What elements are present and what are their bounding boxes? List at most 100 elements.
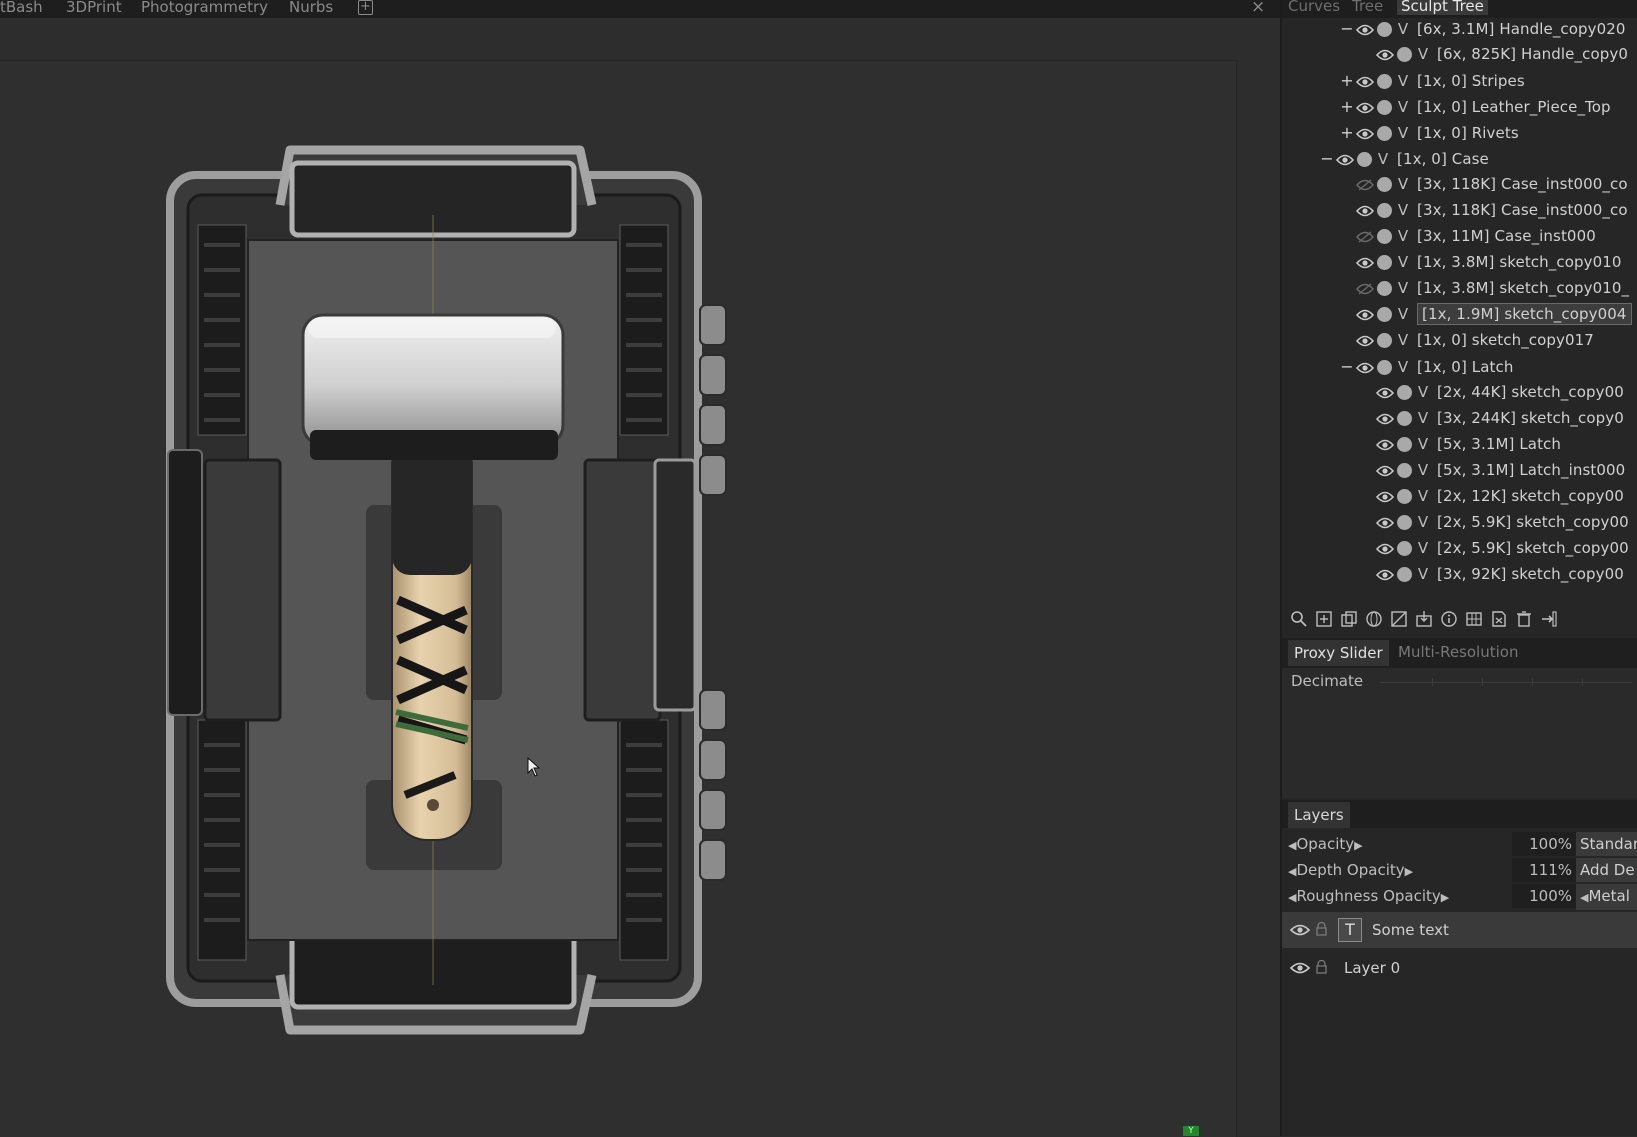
visibility-column-glyph[interactable]: V bbox=[1395, 301, 1411, 328]
tree-row[interactable]: V [3x, 118K] Case_inst000_co bbox=[1340, 197, 1628, 224]
tree-item-label[interactable]: [6x, 3.1M] Handle_copy020 bbox=[1417, 20, 1626, 38]
tree-row[interactable]: V [6x, 825K] Handle_copy0 bbox=[1360, 41, 1628, 68]
eye-icon[interactable] bbox=[1354, 305, 1374, 323]
eye-icon[interactable] bbox=[1354, 331, 1374, 349]
material-sphere-icon[interactable] bbox=[1397, 567, 1412, 582]
expand-toggle-icon[interactable]: + bbox=[1340, 119, 1354, 146]
visibility-column-glyph[interactable]: V bbox=[1415, 379, 1431, 406]
material-sphere-icon[interactable] bbox=[1377, 100, 1392, 115]
tree-item-label[interactable]: [5x, 3.1M] Latch bbox=[1437, 435, 1561, 453]
lock-icon[interactable] bbox=[1316, 922, 1327, 936]
visibility-column-glyph[interactable]: V bbox=[1395, 275, 1411, 302]
tree-row[interactable]: + V [1x, 0] Leather_Piece_Top bbox=[1340, 93, 1611, 120]
menu-tab-bash[interactable]: tBash bbox=[0, 0, 43, 16]
eye-icon[interactable] bbox=[1334, 150, 1354, 168]
tree-row[interactable]: − V [6x, 3.1M] Handle_copy020 bbox=[1340, 18, 1626, 42]
visibility-column-glyph[interactable]: V bbox=[1375, 146, 1391, 173]
tree-item-label[interactable]: [3x, 92K] sketch_copy00 bbox=[1437, 565, 1624, 583]
visibility-column-glyph[interactable]: V bbox=[1395, 223, 1411, 250]
material-sphere-icon[interactable] bbox=[1397, 385, 1412, 400]
tree-item-label[interactable]: [3x, 118K] Case_inst000_co bbox=[1417, 201, 1628, 219]
material-sphere-icon[interactable] bbox=[1397, 463, 1412, 478]
hammer-case-model[interactable] bbox=[0, 18, 1280, 1136]
tree-item-label[interactable]: [1x, 0] Stripes bbox=[1417, 72, 1525, 90]
tree-item-label[interactable]: [3x, 118K] Case_inst000_co bbox=[1417, 175, 1628, 193]
visibility-column-glyph[interactable]: V bbox=[1395, 249, 1411, 276]
viewport-3d[interactable]: Y bbox=[0, 18, 1280, 1137]
visibility-column-glyph[interactable]: V bbox=[1415, 561, 1431, 588]
tree-row[interactable]: V [2x, 12K] sketch_copy00 bbox=[1360, 483, 1624, 510]
layer-row-0[interactable]: Layer 0 bbox=[1282, 950, 1637, 986]
tree-row[interactable]: − V [1x, 0] Case bbox=[1320, 145, 1489, 172]
eye-icon[interactable] bbox=[1354, 72, 1374, 90]
tab-sculpt-tree[interactable]: Sculpt Tree bbox=[1397, 0, 1488, 15]
tree-row[interactable]: V [3x, 118K] Case_inst000_co bbox=[1340, 171, 1628, 198]
tree-item-label[interactable]: [1x, 0] Latch bbox=[1417, 358, 1513, 376]
blend-mode-select[interactable]: Standar bbox=[1576, 832, 1637, 856]
eye-off-icon[interactable] bbox=[1354, 279, 1374, 297]
menu-tab-nurbs[interactable]: Nurbs bbox=[289, 0, 333, 16]
tree-item-label[interactable]: [2x, 12K] sketch_copy00 bbox=[1437, 487, 1624, 505]
layer-row-text[interactable]: T Some text bbox=[1282, 912, 1637, 948]
tree-row[interactable]: V [1x, 0] sketch_copy017 bbox=[1340, 327, 1594, 354]
tree-item-label[interactable]: [1x, 0] Leather_Piece_Top bbox=[1417, 98, 1611, 116]
duplicate-icon[interactable] bbox=[1340, 610, 1358, 628]
trash-icon[interactable] bbox=[1515, 610, 1533, 628]
tree-item-label[interactable]: [1x, 0] Case bbox=[1397, 150, 1489, 168]
material-sphere-icon[interactable] bbox=[1397, 411, 1412, 426]
info-icon[interactable] bbox=[1440, 610, 1458, 628]
eye-icon[interactable] bbox=[1374, 435, 1394, 453]
eye-icon[interactable] bbox=[1354, 253, 1374, 271]
tree-row[interactable]: V [2x, 44K] sketch_copy00 bbox=[1360, 379, 1624, 406]
material-sphere-icon[interactable] bbox=[1377, 74, 1392, 89]
material-sphere-icon[interactable] bbox=[1397, 489, 1412, 504]
visibility-column-glyph[interactable]: V bbox=[1395, 68, 1411, 95]
sculpt-tree[interactable]: − V [6x, 3.1M] Handle_copy020 V [6x, 825K] H… bbox=[1282, 18, 1637, 600]
expand-toggle-icon[interactable]: + bbox=[1340, 67, 1354, 94]
visibility-column-glyph[interactable]: V bbox=[1415, 457, 1431, 484]
visibility-column-glyph[interactable]: V bbox=[1415, 535, 1431, 562]
material-sphere-icon[interactable] bbox=[1377, 333, 1392, 348]
tab-proxy-slider[interactable]: Proxy Slider bbox=[1288, 640, 1389, 666]
material-sphere-icon[interactable] bbox=[1377, 360, 1392, 375]
menu-tab-3dprint[interactable]: 3DPrint bbox=[66, 0, 122, 16]
eye-icon[interactable] bbox=[1374, 539, 1394, 557]
tree-row[interactable]: V [3x, 92K] sketch_copy00 bbox=[1360, 561, 1624, 588]
opacity-value[interactable]: 100% bbox=[1512, 832, 1578, 856]
visibility-column-glyph[interactable]: V bbox=[1395, 171, 1411, 198]
depth-mode-select[interactable]: Add De bbox=[1576, 858, 1637, 882]
tree-row[interactable]: + V [1x, 0] Rivets bbox=[1340, 119, 1519, 146]
tree-item-label[interactable]: [3x, 244K] sketch_copy0 bbox=[1437, 409, 1624, 427]
tree-item-label[interactable]: [2x, 5.9K] sketch_copy00 bbox=[1437, 539, 1629, 557]
eye-icon[interactable] bbox=[1354, 124, 1374, 142]
tree-row[interactable]: V [2x, 5.9K] sketch_copy00 bbox=[1360, 509, 1629, 536]
tree-item-label[interactable]: [2x, 44K] sketch_copy00 bbox=[1437, 383, 1624, 401]
tree-row[interactable]: V [5x, 3.1M] Latch_inst000 bbox=[1360, 457, 1625, 484]
plus-square-icon[interactable]: + bbox=[358, 0, 373, 15]
tree-row[interactable]: V [2x, 5.9K] sketch_copy00 bbox=[1360, 535, 1629, 562]
eye-icon[interactable] bbox=[1374, 461, 1394, 479]
visibility-column-glyph[interactable]: V bbox=[1395, 354, 1411, 381]
tree-item-label[interactable]: [5x, 3.1M] Latch_inst000 bbox=[1437, 461, 1625, 479]
lock-icon[interactable] bbox=[1316, 960, 1327, 974]
visibility-column-glyph[interactable]: V bbox=[1395, 120, 1411, 147]
eye-icon[interactable] bbox=[1374, 565, 1394, 583]
eye-icon[interactable] bbox=[1374, 45, 1394, 63]
tree-item-label[interactable]: [1x, 3.8M] sketch_copy010_ bbox=[1417, 279, 1629, 297]
expand-toggle-icon[interactable]: + bbox=[1340, 93, 1354, 120]
eye-icon[interactable] bbox=[1374, 383, 1394, 401]
tree-item-label[interactable]: [3x, 11M] Case_inst000 bbox=[1417, 227, 1596, 245]
material-sphere-icon[interactable] bbox=[1397, 47, 1412, 62]
tab-curves[interactable]: Curves bbox=[1288, 0, 1340, 15]
close-icon[interactable]: × bbox=[1251, 0, 1265, 17]
grid-icon[interactable] bbox=[1465, 610, 1483, 628]
decimate-slider[interactable] bbox=[1380, 682, 1632, 683]
material-sphere-icon[interactable] bbox=[1377, 177, 1392, 192]
search-icon[interactable] bbox=[1290, 610, 1308, 628]
material-sphere-icon[interactable] bbox=[1377, 281, 1392, 296]
tree-row[interactable]: V [3x, 11M] Case_inst000 bbox=[1340, 223, 1596, 250]
layers-title[interactable]: Layers bbox=[1288, 802, 1350, 828]
add-layer-icon[interactable] bbox=[1315, 610, 1333, 628]
right-arrow-icon[interactable]: ▶ bbox=[1354, 839, 1362, 852]
eye-icon[interactable] bbox=[1354, 98, 1374, 116]
